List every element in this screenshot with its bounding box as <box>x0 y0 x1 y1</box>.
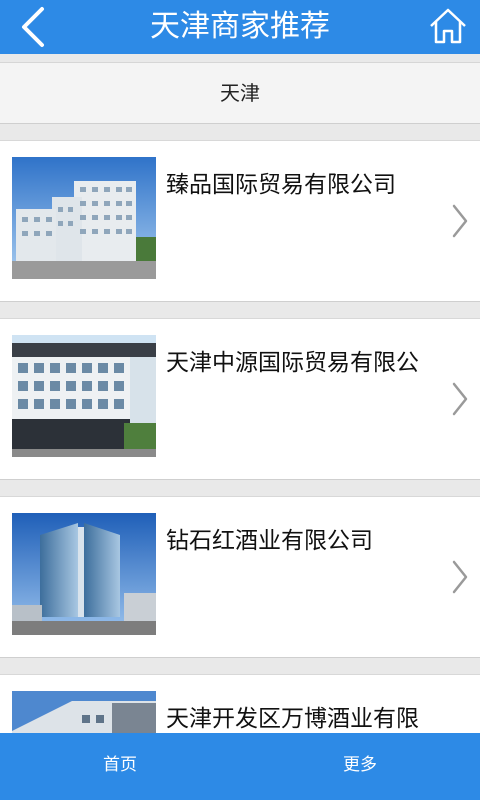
top-bar: 天津商家推荐 <box>0 0 480 54</box>
chevron-right-icon <box>452 560 468 594</box>
list-item[interactable]: 臻品国际贸易有限公司 <box>0 140 480 302</box>
building-image <box>12 513 156 635</box>
location-selector[interactable]: 天津 <box>0 62 480 124</box>
merchant-name: 天津中源国际贸易有限公 <box>166 350 419 376</box>
list-item[interactable]: 钻石红酒业有限公司 <box>0 496 480 658</box>
merchant-name: 天津开发区万博酒业有限 <box>166 706 419 732</box>
home-icon[interactable] <box>428 6 468 46</box>
building-image <box>12 157 156 279</box>
list-item[interactable]: 天津中源国际贸易有限公 <box>0 318 480 480</box>
location-label: 天津 <box>220 81 260 105</box>
page-title: 天津商家推荐 <box>150 9 330 44</box>
bottom-tab-bar: 首页 更多 <box>0 733 480 800</box>
chevron-right-icon <box>452 382 468 416</box>
merchant-name: 臻品国际贸易有限公司 <box>166 172 396 198</box>
tab-more[interactable]: 更多 <box>240 733 480 800</box>
building-image <box>12 335 156 457</box>
tab-home[interactable]: 首页 <box>0 733 240 800</box>
merchant-name: 钻石红酒业有限公司 <box>166 528 373 554</box>
chevron-right-icon <box>452 204 468 238</box>
